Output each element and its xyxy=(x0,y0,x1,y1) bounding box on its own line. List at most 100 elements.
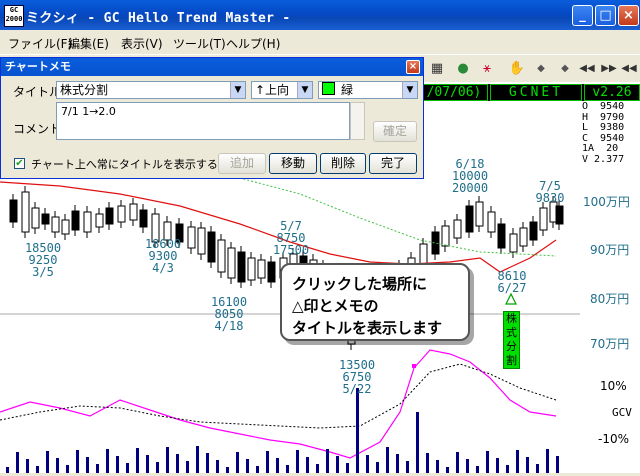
volume-bar xyxy=(476,466,479,473)
dialog-close-button[interactable]: × xyxy=(406,60,420,74)
date-display: /07/06) xyxy=(420,84,488,101)
oscillator-marker xyxy=(412,364,416,368)
maximize-button[interactable]: □ xyxy=(595,5,616,26)
stock-split-marker[interactable]: 株式分割 xyxy=(503,311,520,369)
dialog-title: チャートメモ xyxy=(1,58,423,76)
network-icon[interactable]: ⚹ xyxy=(478,60,496,78)
table-icon[interactable]: ▦ xyxy=(428,60,446,78)
volume-bar xyxy=(316,464,319,473)
candle-body xyxy=(41,213,50,225)
candle-body xyxy=(539,207,548,231)
candle-body xyxy=(83,211,92,233)
menu-tools[interactable]: ツール(T) xyxy=(173,35,226,52)
menu-edit[interactable]: 編集(E) xyxy=(68,35,109,52)
menu-bar: ファイル(F) 編集(E) 表示(V) ツール(T) ヘルプ(H) xyxy=(0,30,640,55)
confirm-button[interactable]: 確定 xyxy=(373,121,417,142)
direction-combo[interactable]: ↑上向 ▼ xyxy=(251,81,313,99)
done-button[interactable]: 完了 xyxy=(369,153,417,174)
volume-bar xyxy=(536,464,539,473)
candle-body xyxy=(247,257,256,281)
app-icon: GC 2000 xyxy=(4,5,24,27)
candle-body xyxy=(9,199,18,223)
rewind-icon[interactable]: ◀◀ xyxy=(578,60,596,78)
volume-bar xyxy=(186,461,189,473)
chevron-down-icon[interactable]: ▼ xyxy=(230,82,245,98)
close-button[interactable]: × xyxy=(618,5,639,26)
chevron-down-icon[interactable]: ▼ xyxy=(297,82,312,98)
volume-bar xyxy=(356,388,359,473)
volume-bar xyxy=(6,467,9,473)
volume-bar xyxy=(116,456,119,473)
version-display: v2.26 xyxy=(584,84,640,101)
color-combo[interactable]: 緑 ▼ xyxy=(318,81,418,99)
delete-button[interactable]: 削除 xyxy=(320,153,366,174)
comment-scrollbar[interactable] xyxy=(350,102,365,140)
candle-body xyxy=(21,191,30,233)
osc-axis-label: -10% xyxy=(598,432,630,446)
volume-bar xyxy=(346,463,349,473)
callout-line: タイトルを表示します xyxy=(292,319,443,337)
show-title-checkbox[interactable]: ✔ xyxy=(14,158,25,169)
volume-bar xyxy=(196,446,199,473)
ohlc-readout: O 9540 H 9790 L 9380 C 9540 1A 20 V 2.37… xyxy=(582,101,625,165)
title-combo-value: 株式分割 xyxy=(60,83,109,97)
price-annotation: 13500 6750 5/22 xyxy=(338,358,376,396)
add-button[interactable]: 追加 xyxy=(218,153,266,174)
title-combo[interactable]: 株式分割 ▼ xyxy=(56,81,246,99)
fast-forward-icon[interactable]: ▶▶ xyxy=(600,60,618,78)
menu-file[interactable]: ファイル(F) xyxy=(8,35,72,52)
color-swatch xyxy=(322,82,335,95)
volume-bar xyxy=(366,455,369,473)
chevron-down-icon[interactable]: ▼ xyxy=(402,82,417,98)
scroll-start-icon[interactable]: ◀◀ xyxy=(620,60,638,78)
price-annotation: 16100 8050 4/18 xyxy=(210,295,248,333)
price-axis-label: 90万円 xyxy=(590,243,630,257)
volume-bar xyxy=(136,448,139,473)
menu-view[interactable]: 表示(V) xyxy=(121,35,163,52)
volume-bar xyxy=(326,449,329,473)
candle-body xyxy=(61,219,70,235)
callout-line: △印とメモの xyxy=(292,297,379,315)
oscillator-line xyxy=(0,349,557,459)
price-annotation: 8610 6/27 xyxy=(497,269,527,295)
candle-body xyxy=(497,223,506,249)
price-annotation: 5/7 8750 17500 xyxy=(272,219,310,257)
volume-bar xyxy=(46,451,49,473)
candle-body xyxy=(207,231,216,263)
next-icon[interactable]: ◆ xyxy=(556,60,574,78)
code-display: GCNET xyxy=(490,84,582,101)
app-icon-text-top: GC xyxy=(9,6,19,14)
move-button[interactable]: 移動 xyxy=(269,153,317,174)
app-icon-text-bottom: 2000 xyxy=(5,15,23,23)
chart-memo-dialog: チャートメモ × タイトル 株式分割 ▼ ↑上向 ▼ 緑 ▼ コメント 7/1 … xyxy=(0,57,424,179)
volume-bar xyxy=(16,452,19,473)
price-annotation: 18600 9300 4/3 xyxy=(144,237,182,275)
candle-body xyxy=(187,226,196,249)
comment-field[interactable]: 7/1 1→2.0 xyxy=(56,102,350,140)
globe-icon[interactable]: ● xyxy=(454,60,472,78)
candle-body xyxy=(509,233,518,253)
explanation-callout: クリックした場所に △印とメモの タイトルを表示します xyxy=(280,263,470,341)
prev-icon[interactable]: ◆ xyxy=(532,60,550,78)
candle-body xyxy=(257,259,266,279)
volume-bar xyxy=(66,465,69,473)
volume-bar xyxy=(486,451,489,473)
signal-line xyxy=(0,363,557,429)
volume-bar xyxy=(236,452,239,473)
candle-body xyxy=(475,201,484,227)
volume-bar xyxy=(516,450,519,473)
minimize-button[interactable]: _ xyxy=(572,5,593,26)
volume-bar xyxy=(146,455,149,473)
volume-bar xyxy=(506,465,509,473)
candle-body xyxy=(197,227,206,255)
volume-bar xyxy=(426,453,429,473)
menu-help[interactable]: ヘルプ(H) xyxy=(226,35,280,52)
volume-bar xyxy=(306,457,309,473)
volume-bar xyxy=(466,459,469,473)
color-combo-value: 緑 xyxy=(341,83,354,97)
title-label: タイトル xyxy=(13,85,62,99)
candle-body xyxy=(487,211,496,233)
candle-body xyxy=(105,207,114,225)
direction-combo-value: ↑上向 xyxy=(255,83,290,97)
hand-icon[interactable]: ✋ xyxy=(508,60,526,78)
